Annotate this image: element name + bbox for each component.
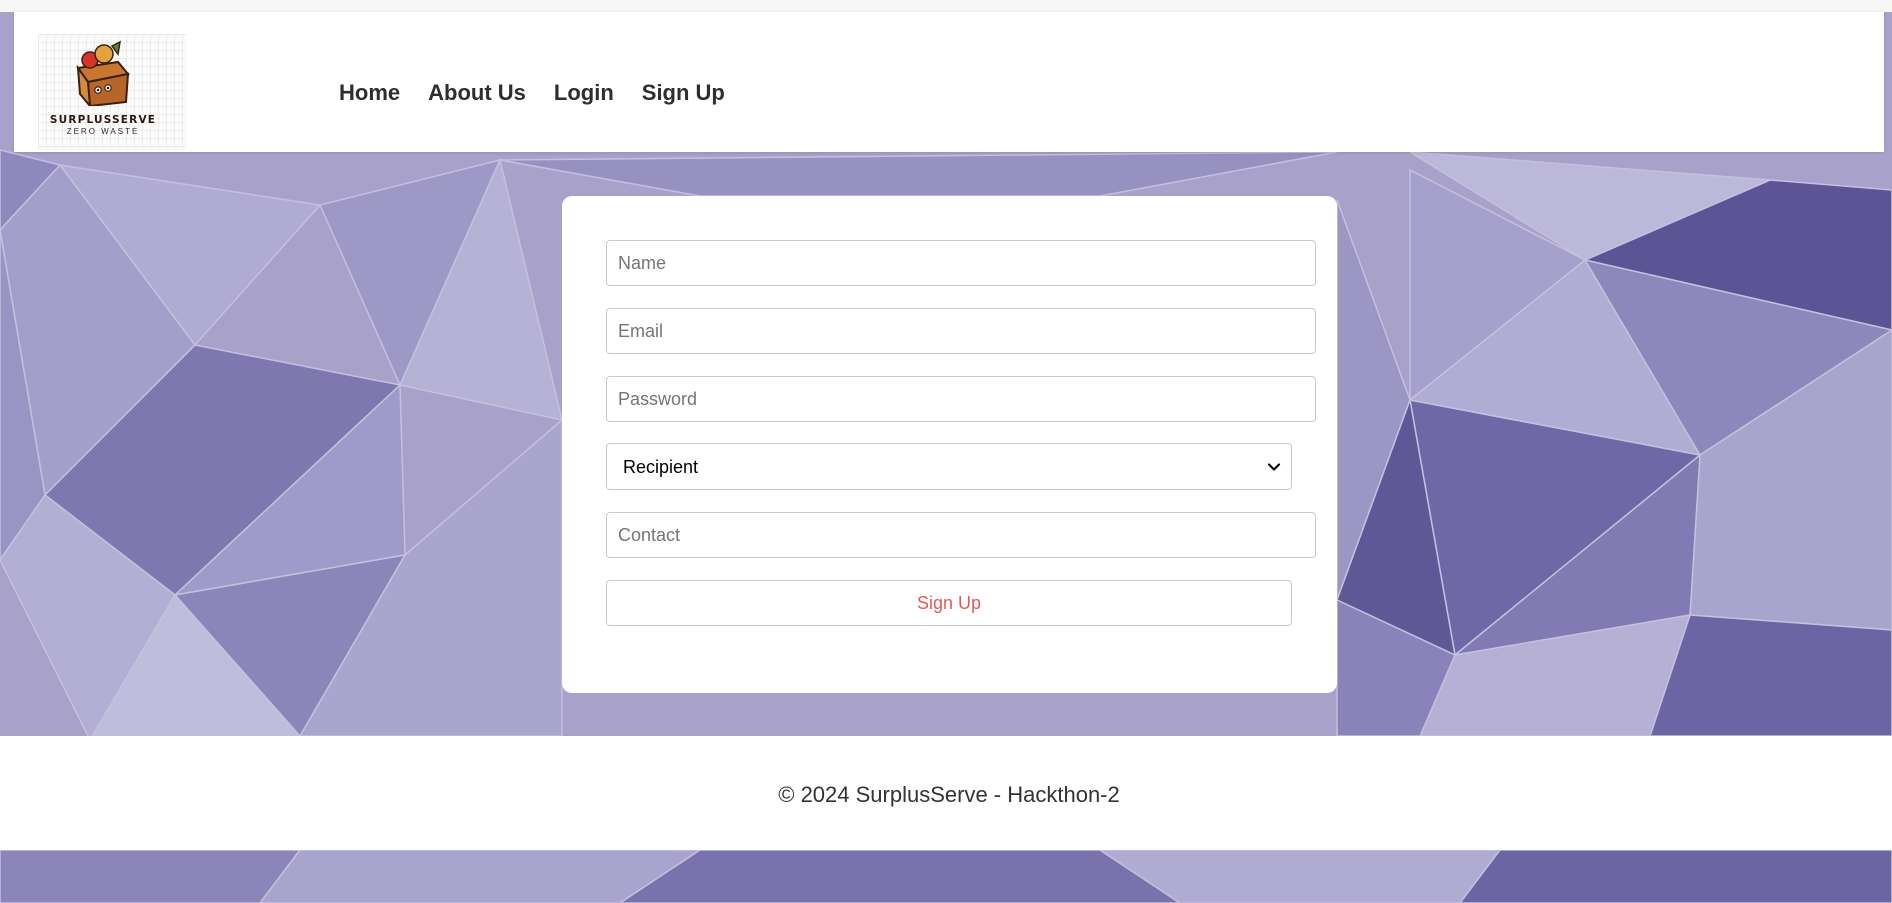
- role-select[interactable]: Recipient: [606, 443, 1292, 490]
- site-footer: © 2024 SurplusServe - Hackthon-2: [0, 736, 1892, 850]
- signup-card: Recipient Sign Up: [562, 196, 1337, 693]
- password-input[interactable]: [606, 376, 1316, 422]
- name-input[interactable]: [606, 240, 1316, 286]
- chevron-down-icon: [1267, 463, 1281, 471]
- nav-item-sign-up[interactable]: Sign Up: [642, 80, 725, 106]
- role-select-value: Recipient: [623, 457, 699, 477]
- footer-copyright: © 2024 SurplusServe - Hackthon-2: [778, 782, 1120, 807]
- food-box-icon: [76, 40, 130, 106]
- brand-logo[interactable]: SURPLUSSERVE ZERO WASTE: [38, 34, 186, 150]
- nav-item-about-us[interactable]: About Us: [428, 80, 526, 106]
- top-strip: [0, 0, 1892, 12]
- nav-item-login[interactable]: Login: [554, 80, 614, 106]
- email-input[interactable]: [606, 308, 1316, 354]
- brand-name: SURPLUSSERVE: [49, 114, 157, 126]
- main-nav: Home About Us Login Sign Up: [339, 80, 725, 106]
- nav-item-home[interactable]: Home: [339, 80, 400, 106]
- site-header: SURPLUSSERVE ZERO WASTE Home About Us Lo…: [14, 12, 1884, 152]
- brand-tagline: ZERO WASTE: [66, 127, 140, 136]
- contact-input[interactable]: [606, 512, 1316, 558]
- sign-up-button[interactable]: Sign Up: [606, 580, 1292, 626]
